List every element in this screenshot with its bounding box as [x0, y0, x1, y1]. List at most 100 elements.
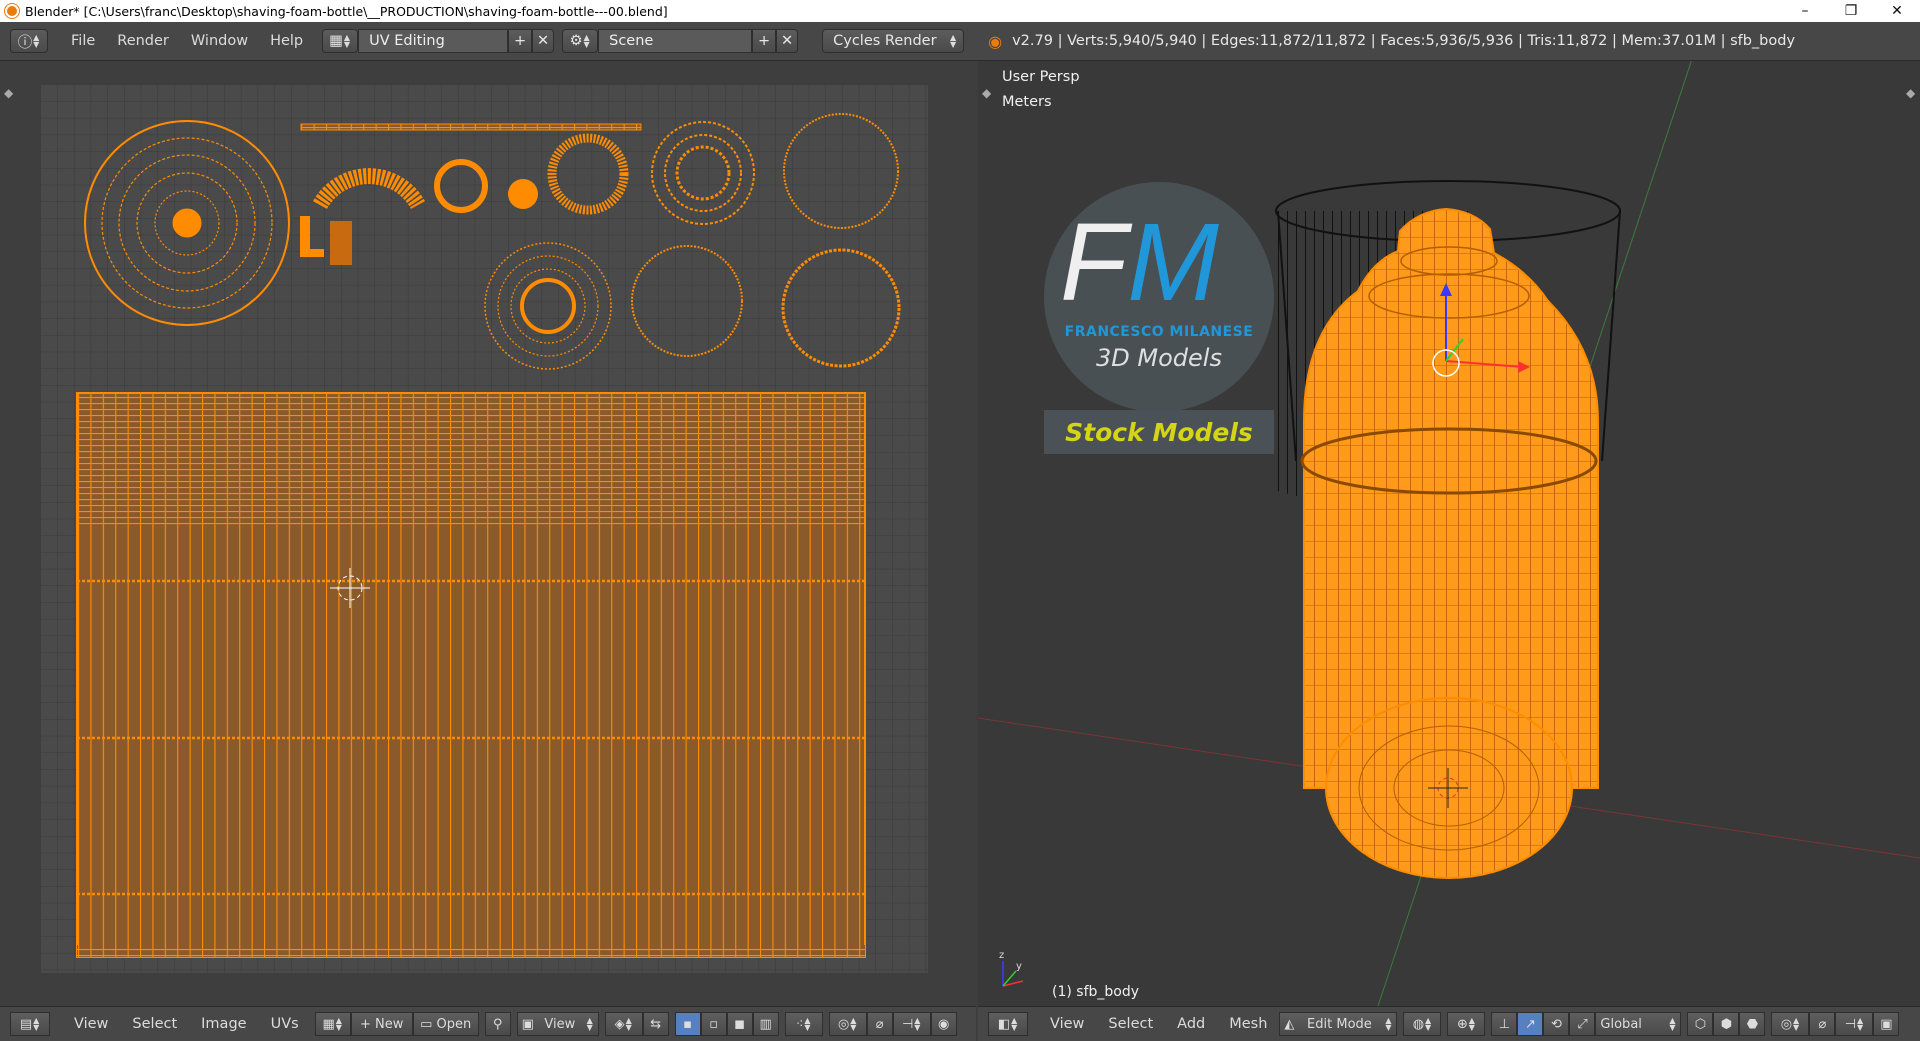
pivot-icon: ◈ [614, 1016, 625, 1032]
new-image-button[interactable]: + New [350, 1012, 413, 1036]
editor-type-info-button[interactable]: ⓘ ▲ ▼ [10, 29, 48, 53]
vertex-select-mode-icon[interactable]: ⬡ [1687, 1012, 1714, 1036]
folder-icon: ▭ [420, 1016, 433, 1032]
minimize-button[interactable]: – [1782, 0, 1828, 22]
vertex-select-icon[interactable]: ▪ [674, 1012, 701, 1036]
sync-selection-icon[interactable]: ⇆ [642, 1012, 669, 1036]
pivot-point-dropdown[interactable]: ⊕ ▲ ▼ [1447, 1012, 1486, 1036]
3d-menu-view[interactable]: View [1038, 1016, 1096, 1032]
render-engine-label: Cycles Render [833, 33, 937, 49]
pivot-dropdown[interactable]: ◈ ▲ ▼ [604, 1012, 643, 1036]
watermark-brand: FRANCESCO MILANESE [1064, 324, 1254, 340]
image-browse-button[interactable]: ▦ ▲ ▼ [314, 1012, 351, 1036]
new-image-label: New [375, 1016, 404, 1032]
blender-logo-icon [5, 4, 19, 18]
snap-icon[interactable]: ⌀ [866, 1012, 893, 1036]
scale-manipulator-icon[interactable]: ⤢ [1569, 1012, 1596, 1036]
edge-select-mode-icon[interactable]: ⬢ [1713, 1012, 1740, 1036]
menu-render[interactable]: Render [106, 33, 180, 49]
view-mode-dropdown[interactable]: ▣ View ▲ ▼ [516, 1012, 599, 1036]
pin-icon[interactable]: ⚲ [484, 1012, 511, 1036]
mode-label: Edit Mode [1307, 1016, 1372, 1032]
3d-viewport[interactable]: z y ◆ ◆ User Persp Meters (1) sfb_body F… [978, 61, 1920, 1006]
edge-select-icon[interactable]: ▫ [700, 1012, 727, 1036]
manipulator-toggle-icon[interactable]: ⊥ [1491, 1012, 1518, 1036]
proportional-editing-dropdown[interactable]: ◎ ▲ ▼ [1771, 1012, 1810, 1036]
proportional-edit-dropdown[interactable]: ◎ ▲ ▼ [828, 1012, 867, 1036]
snap-toggle-icon[interactable]: ⌀ [1809, 1012, 1836, 1036]
uv-image-editor[interactable]: ◆ [0, 61, 976, 1006]
rotate-manipulator-icon[interactable]: ⟲ [1543, 1012, 1570, 1036]
pivot-point-icon: ⊕ [1456, 1016, 1468, 1032]
3d-editor-type-button[interactable]: ◧ ▲ ▼ [988, 1012, 1028, 1036]
snap-element-icon: ⊣ [902, 1016, 914, 1032]
shading-dropdown[interactable]: ◍ ▲ ▼ [1403, 1012, 1442, 1036]
info-icon: ⓘ [17, 34, 33, 51]
opengl-render-icon[interactable]: ▣ [1873, 1012, 1900, 1036]
shading-icon: ◍ [1412, 1016, 1425, 1032]
menu-file[interactable]: File [60, 33, 106, 49]
plus-icon: + [359, 1016, 371, 1032]
screen-layout-field[interactable]: UV Editing [358, 29, 509, 53]
image-icon: ▦ [322, 1016, 335, 1032]
menu-window[interactable]: Window [180, 33, 259, 49]
uv-editor-type-button[interactable]: ▤ ▲ ▼ [10, 1012, 50, 1036]
watermark-logo: FM FRANCESCO MILANESE 3D Models [1044, 182, 1274, 412]
uv-menu-view[interactable]: View [62, 1016, 120, 1032]
snap-target-dropdown[interactable]: ⊣ ▲ ▼ [1835, 1012, 1874, 1036]
uv-editor-header: ▤ ▲ ▼ View Select Image UVs ▦ ▲ ▼ + New ▭ Op… [0, 1006, 976, 1041]
maximize-button[interactable]: ❐ [1828, 0, 1874, 22]
region-toggle-left-icon[interactable]: ◆ [982, 86, 992, 100]
proportional-icon: ◎ [838, 1016, 850, 1032]
uv-canvas[interactable]: ◆ [0, 61, 976, 1006]
region-toggle-right-icon[interactable]: ◆ [1906, 86, 1916, 100]
watermark-banner-text: Stock Models [1065, 417, 1253, 447]
add-screen-icon[interactable]: + [508, 29, 533, 53]
3d-menu-add[interactable]: Add [1165, 1016, 1217, 1032]
uv-menu-select[interactable]: Select [120, 1016, 189, 1032]
render-engine-dropdown[interactable]: Cycles Render ▲ ▼ [822, 29, 965, 53]
edit-mode-icon: ◭ [1284, 1016, 1295, 1032]
snap-element-dropdown[interactable]: ⊣ ▲ ▼ [892, 1012, 931, 1036]
add-scene-icon[interactable]: + [752, 29, 777, 53]
face-select-mode-icon[interactable]: ⬣ [1739, 1012, 1766, 1036]
uv-island-body-unwrap [76, 392, 866, 958]
uv-menu-uvs[interactable]: UVs [259, 1016, 311, 1032]
screen-layout-browse-button[interactable]: ▦ ▲ ▼ [322, 29, 359, 53]
proportional-editing-icon: ◎ [1780, 1016, 1793, 1032]
blender-logo-icon: ◉ [988, 31, 1003, 51]
region-toggle-left-icon[interactable]: ◆ [4, 86, 14, 100]
bottle-mesh [1300, 207, 1599, 879]
3d-menu-select[interactable]: Select [1096, 1016, 1165, 1032]
delete-scene-icon[interactable]: ✕ [776, 29, 799, 53]
svg-text:y: y [1016, 961, 1022, 972]
close-button[interactable]: ✕ [1874, 0, 1920, 22]
face-select-icon[interactable]: ◼ [726, 1012, 753, 1036]
open-image-button[interactable]: ▭ Open [412, 1012, 479, 1036]
mode-dropdown[interactable]: ◭ Edit Mode ▲ ▼ [1279, 1012, 1398, 1036]
view-name: User Persp [1002, 69, 1080, 85]
render-layer-icon[interactable]: ◉ [930, 1012, 957, 1036]
scene-statistics: v2.79 | Verts:5,940/5,940 | Edges:11,872… [1012, 33, 1796, 49]
scene-field[interactable]: Scene [598, 29, 753, 53]
svg-text:z: z [999, 950, 1004, 961]
info-header: ⓘ ▲ ▼ File Render Window Help ▦ ▲ ▼ UV Editi… [0, 22, 1920, 61]
uv-island-thin-strip [300, 123, 642, 131]
3d-view-header: ◧ ▲ ▼ View Select Add Mesh ◭ Edit Mode ▲ ▼ ◍ ▲… [978, 1006, 1920, 1041]
watermark-subtitle: 3D Models [1096, 344, 1222, 372]
view-mode-icon: ▣ [521, 1016, 534, 1032]
menu-help[interactable]: Help [259, 33, 314, 49]
3d-menu-mesh[interactable]: Mesh [1217, 1016, 1279, 1032]
island-select-icon[interactable]: ▥ [752, 1012, 779, 1036]
delete-screen-icon[interactable]: ✕ [532, 29, 555, 53]
view-mode-label: View [544, 1016, 576, 1032]
transform-orientation-dropdown[interactable]: Global ▲ ▼ [1595, 1012, 1682, 1036]
uv-menu-image[interactable]: Image [189, 1016, 258, 1032]
scene-icon: ⚙ [569, 33, 583, 49]
sticky-icon: ⁖ [795, 1016, 804, 1032]
3d-view-icon: ◧ [997, 1016, 1011, 1032]
scene-browse-button[interactable]: ⚙ ▲ ▼ [562, 29, 599, 53]
sticky-select-dropdown[interactable]: ⁖ ▲ ▼ [784, 1012, 823, 1036]
translate-manipulator-icon[interactable]: ↗ [1517, 1012, 1544, 1036]
watermark-letter-f: F [1060, 201, 1128, 324]
